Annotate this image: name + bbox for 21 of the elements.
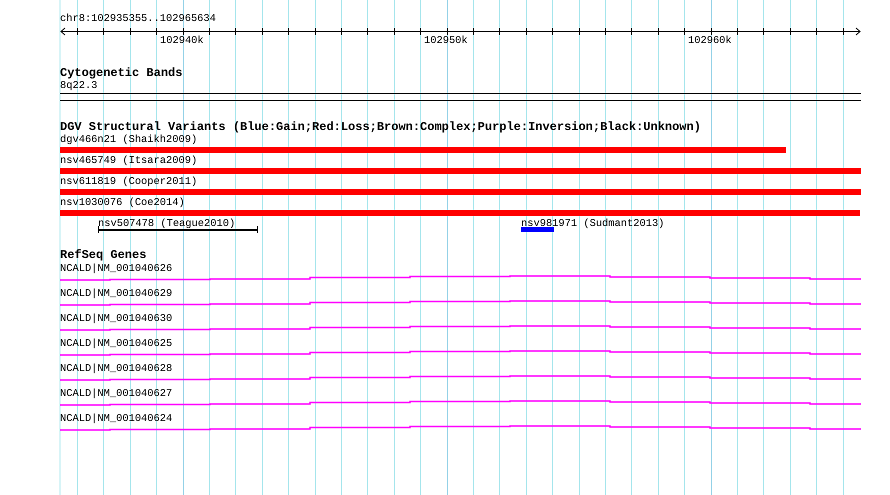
tick-label: 102940k: [160, 35, 204, 47]
gene-label: NCALD|NM_001040625: [59, 337, 172, 350]
variant-label: nsv465749 (Itsara2009): [60, 155, 198, 167]
variant-label: nsv1030076 (Coe2014): [60, 197, 185, 209]
gene-label: NCALD|NM_001040627: [59, 387, 172, 400]
variant-label: nsv981971 (Sudmant2013): [521, 218, 664, 230]
track-title: DGV Structural Variants (Blue:Gain;Red:Loss;Brown:Complex;Purple:Inversion;Black:Unknown): [60, 121, 701, 134]
tick-label: 102950k: [424, 35, 468, 47]
gene-label: NCALD|NM_001040630: [59, 312, 172, 325]
gene-label: NCALD|NM_001040628: [59, 362, 172, 375]
track-title: RefSeq Genes: [60, 249, 146, 262]
tick-label: 102960k: [688, 35, 732, 47]
coordinate-range: chr8:102935355..102965634: [60, 13, 216, 25]
gene-label: NCALD|NM_001040624: [59, 412, 172, 425]
band-label: 8q22.3: [60, 80, 98, 92]
variant-label: dgv466n21 (Shaikh2009): [60, 134, 198, 146]
variant-label: nsv611819 (Cooper2011): [60, 176, 198, 188]
gene-label: NCALD|NM_001040626: [59, 262, 172, 275]
track-title: Cytogenetic Bands: [60, 67, 182, 80]
variant-label: nsv507478 (Teague2010): [98, 218, 236, 230]
gene-label: NCALD|NM_001040629: [59, 287, 172, 300]
